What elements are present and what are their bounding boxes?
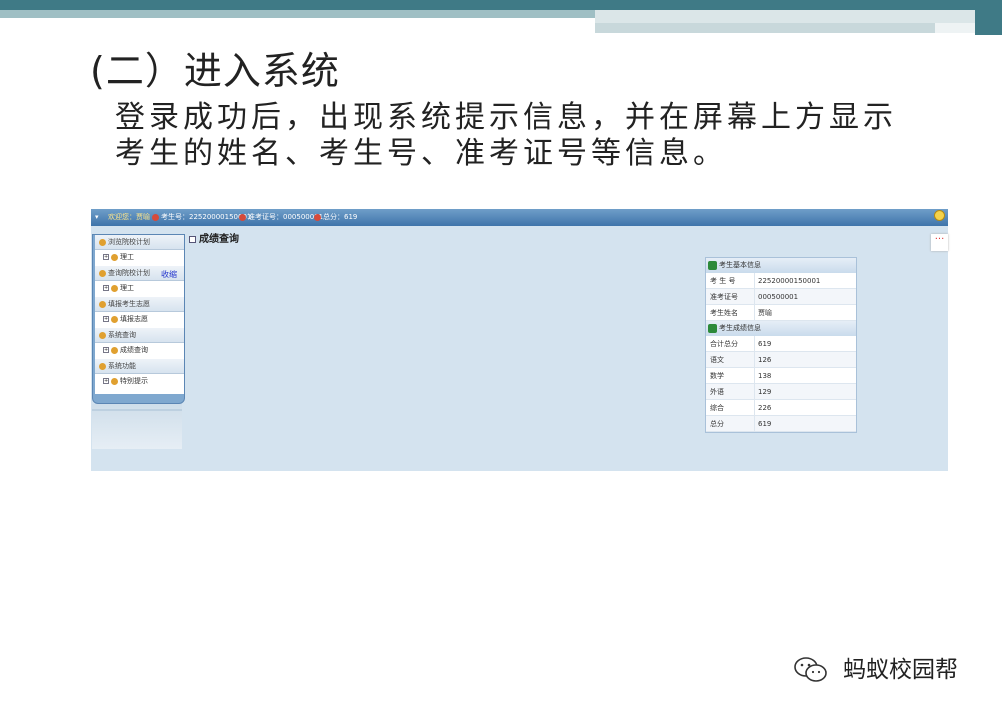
folder-icon (111, 377, 118, 385)
table-row: 考 生 号 22520000150001 (706, 273, 856, 289)
content-title: 成绩查询 (189, 230, 239, 245)
top-band-corner (975, 0, 1002, 35)
table-row: 准考证号 000500001 (706, 289, 856, 305)
sidebar-group-system-query[interactable]: 系统查询 (95, 328, 184, 343)
folder-icon (99, 269, 106, 277)
top-band-pale (595, 10, 975, 23)
top-band-pale-2 (595, 23, 935, 33)
sidebar-item-browse-science[interactable]: + 理工 (95, 250, 184, 265)
arrow-right-icon (708, 260, 717, 270)
wechat-icon (794, 657, 827, 682)
basic-info-header: 考生基本信息 (706, 258, 856, 273)
folder-icon (99, 238, 106, 246)
score-info-header: 考生成绩信息 (706, 321, 856, 336)
sidebar: 浏览院校计划 + 理工 查询院校计划 + 理工 填报考生志愿 + 填报志愿 系统查询 … (92, 234, 185, 404)
total-score: 总分：619 (314, 209, 357, 226)
top-band-light (0, 10, 595, 18)
table-row: 数学 138 (706, 368, 856, 384)
top-band (0, 0, 1002, 10)
app-topbar: ▾ 欢迎您：贾喻 考生号：22520000150001 准考证号：0005000… (91, 209, 948, 226)
slide-title: (二）进入系统 (90, 49, 340, 93)
more-icon[interactable]: ··· (931, 234, 948, 251)
sidebar-item-score-query[interactable]: + 成绩查询 (95, 343, 184, 358)
expand-icon[interactable]: + (103, 254, 109, 260)
candidate-info-panel: 考生基本信息 考 生 号 22520000150001 准考证号 000500001… (705, 257, 857, 433)
checkbox-icon (189, 235, 196, 243)
arrow-right-icon (708, 323, 717, 333)
table-row: 考生姓名 贾喻 (706, 305, 856, 321)
expand-icon[interactable]: + (103, 347, 109, 353)
table-row: 外语 129 (706, 384, 856, 400)
folder-icon (99, 300, 106, 308)
top-band-white (935, 23, 975, 33)
table-row: 语文 126 (706, 352, 856, 368)
folder-icon (111, 346, 118, 354)
table-row: 综合 226 (706, 400, 856, 416)
app-screenshot: ▾ 欢迎您：贾喻 考生号：22520000150001 准考证号：0005000… (91, 209, 948, 471)
candidate-no: 考生号：22520000150001 (152, 209, 251, 226)
lock-icon (314, 213, 321, 221)
expand-icon[interactable]: + (103, 285, 109, 291)
collapse-link[interactable]: 收缩 (161, 269, 177, 280)
expand-icon[interactable]: + (103, 378, 109, 384)
folder-icon (111, 253, 118, 261)
sidebar-item-query-science[interactable]: + 理工 (95, 281, 184, 296)
admission-no: 准考证号：000500001 (239, 209, 323, 226)
watermark: 蚂蚁校园帮 (843, 657, 958, 683)
slide: (二）进入系统 登录成功后，出现系统提示信息，并在屏幕上方显示考生的姓名、考生号… (0, 0, 1002, 713)
expand-icon[interactable]: + (103, 316, 109, 322)
sidebar-reflection-line (92, 409, 182, 411)
user-icon: ▾ (95, 213, 99, 221)
sidebar-group-fill-volunteer[interactable]: 填报考生志愿 (95, 297, 184, 312)
folder-icon (111, 315, 118, 323)
lock-icon (239, 213, 246, 221)
lock-icon (152, 213, 159, 221)
sidebar-item-special-notice[interactable]: + 特别提示 (95, 374, 184, 389)
slide-body-text: 登录成功后，出现系统提示信息，并在屏幕上方显示考生的姓名、考生号、准考证号等信息… (115, 100, 897, 171)
sidebar-item-fill-volunteer[interactable]: + 填报志愿 (95, 312, 184, 327)
folder-icon (99, 362, 106, 370)
sidebar-group-system-function[interactable]: 系统功能 (95, 359, 184, 374)
sidebar-menu: 浏览院校计划 + 理工 查询院校计划 + 理工 填报考生志愿 + 填报志愿 系统查询 … (95, 235, 184, 394)
welcome-text: 欢迎您：贾喻 (108, 213, 150, 221)
bulb-icon[interactable] (934, 210, 945, 221)
right-toolbar: ··· (931, 208, 948, 253)
folder-icon (111, 284, 118, 292)
folder-icon (99, 331, 106, 339)
table-row: 合计总分 619 (706, 336, 856, 352)
table-row: 总分 619 (706, 416, 856, 432)
sidebar-group-browse-plan[interactable]: 浏览院校计划 (95, 235, 184, 250)
